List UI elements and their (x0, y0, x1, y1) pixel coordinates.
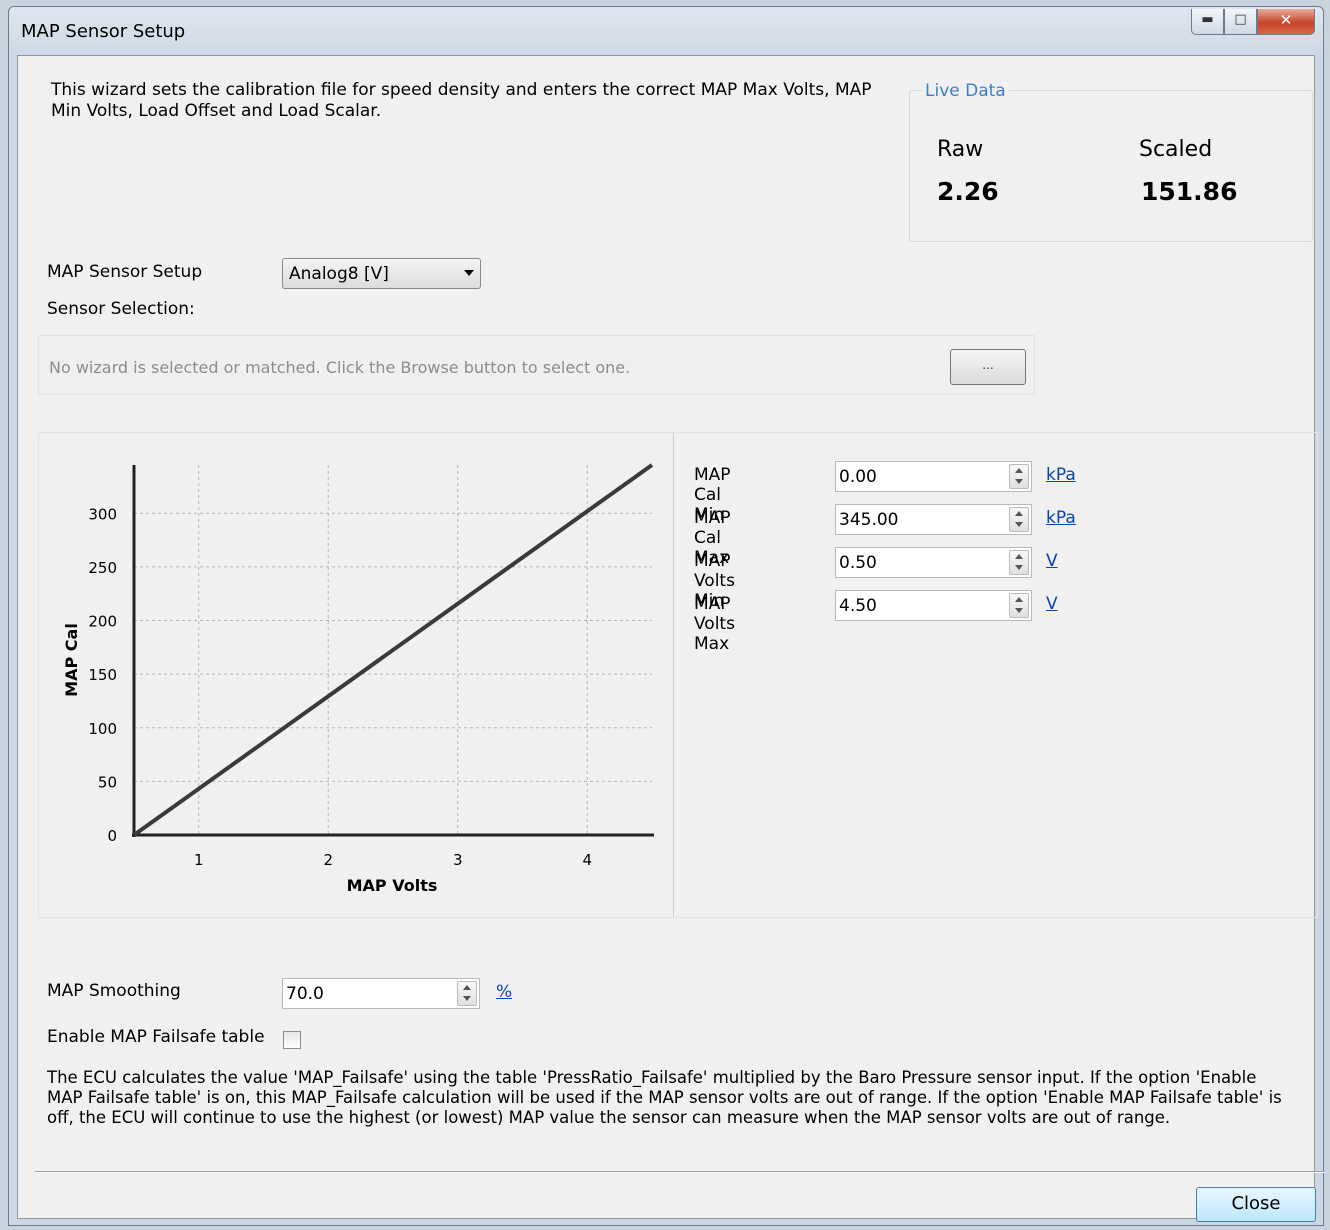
y-tick-label: 50 (98, 773, 117, 791)
raw-value: 2.26 (937, 177, 999, 206)
minimize-icon: ▬ (1201, 12, 1214, 27)
browse-button[interactable]: ... (950, 349, 1026, 385)
map-cal-chart: 1 2 3 4 0 50 100 150 200 250 300 MAP Volts MAP Cal (39, 433, 674, 917)
field-value: 345.00 (839, 510, 899, 530)
map-cal-min-input[interactable]: 0.00 (835, 461, 1032, 492)
unit-link[interactable]: kPa (1046, 508, 1076, 528)
spinner-arrows-icon[interactable] (1009, 464, 1029, 489)
y-tick-label: 250 (88, 559, 117, 577)
sensor-selection-label: Sensor Selection: (47, 299, 195, 319)
field-value: 70.0 (286, 984, 324, 1004)
field-value: 0.50 (839, 553, 877, 573)
chevron-down-icon (464, 270, 474, 276)
close-window-button[interactable]: ✕ (1257, 9, 1315, 35)
close-button[interactable]: Close (1196, 1187, 1316, 1222)
unit-link[interactable]: V (1046, 594, 1058, 614)
failsafe-label: Enable MAP Failsafe table (47, 1027, 265, 1047)
minimize-button[interactable]: ▬ (1191, 9, 1224, 35)
series-line (132, 463, 654, 837)
map-volts-min-input[interactable]: 0.50 (835, 547, 1032, 578)
map-sensor-setup-window: MAP Sensor Setup ▬ □ ✕ This wizard sets … (8, 6, 1325, 1226)
close-icon: ✕ (1279, 11, 1293, 29)
smoothing-unit-link[interactable]: % (496, 982, 512, 1002)
y-tick-label: 100 (88, 720, 117, 738)
field-value: 4.50 (839, 596, 877, 616)
divider (35, 1171, 1325, 1173)
spinner-arrows-icon[interactable] (1009, 507, 1029, 532)
sensor-wizard-box: No wizard is selected or matched. Click … (38, 335, 1035, 395)
x-axis-label: MAP Volts (347, 876, 438, 895)
spinner-arrows-icon[interactable] (1009, 593, 1029, 618)
selected-value: Analog8 [V] (289, 264, 389, 284)
map-cal-max-input[interactable]: 345.00 (835, 504, 1032, 535)
chart-svg: 1 2 3 4 0 50 100 150 200 250 300 MAP Volts MAP Cal (62, 463, 654, 895)
live-data-group: Live Data Raw 2.26 Scaled 151.86 (909, 81, 1313, 242)
y-tick-label: 0 (107, 827, 117, 845)
x-tick-label: 2 (323, 851, 333, 869)
window-title: MAP Sensor Setup (21, 21, 186, 42)
raw-label: Raw (937, 137, 984, 162)
window-controls: ▬ □ ✕ (1191, 9, 1315, 35)
failsafe-checkbox[interactable] (283, 1031, 301, 1049)
x-tick-label: 3 (453, 851, 463, 869)
map-sensor-setup-select[interactable]: Analog8 [V] (282, 258, 481, 289)
live-data-label: Live Data (922, 81, 1009, 101)
maximize-icon: □ (1234, 12, 1247, 27)
x-tick-label: 1 (194, 851, 204, 869)
map-volts-max-input[interactable]: 4.50 (835, 590, 1032, 621)
intro-text: This wizard sets the calibration file fo… (51, 80, 872, 121)
spinner-arrows-icon[interactable] (1009, 550, 1029, 575)
failsafe-description: The ECU calculates the value 'MAP_Failsa… (47, 1068, 1282, 1127)
y-tick-label: 300 (88, 505, 117, 523)
calibration-panel: 1 2 3 4 0 50 100 150 200 250 300 MAP Volts MAP Cal M… (38, 432, 1318, 918)
field-label: MAP Volts Max (694, 594, 735, 654)
wizard-message: No wizard is selected or matched. Click … (49, 358, 631, 377)
y-axis-label: MAP Cal (62, 623, 81, 697)
title-bar[interactable]: MAP Sensor Setup ▬ □ ✕ (9, 7, 1323, 55)
map-sensor-setup-label: MAP Sensor Setup (47, 262, 203, 282)
scaled-label: Scaled (1139, 137, 1213, 162)
map-smoothing-input[interactable]: 70.0 (282, 978, 480, 1009)
spinner-arrows-icon[interactable] (457, 981, 477, 1006)
dialog-body: This wizard sets the calibration file fo… (17, 55, 1325, 1222)
y-tick-label: 150 (88, 666, 117, 684)
maximize-button[interactable]: □ (1224, 9, 1257, 35)
field-value: 0.00 (839, 467, 877, 487)
unit-link[interactable]: V (1046, 551, 1058, 571)
map-smoothing-label: MAP Smoothing (47, 981, 181, 1001)
scaled-value: 151.86 (1141, 177, 1238, 206)
y-tick-label: 200 (88, 613, 117, 631)
unit-link[interactable]: kPa (1046, 465, 1076, 485)
x-tick-label: 4 (582, 851, 592, 869)
